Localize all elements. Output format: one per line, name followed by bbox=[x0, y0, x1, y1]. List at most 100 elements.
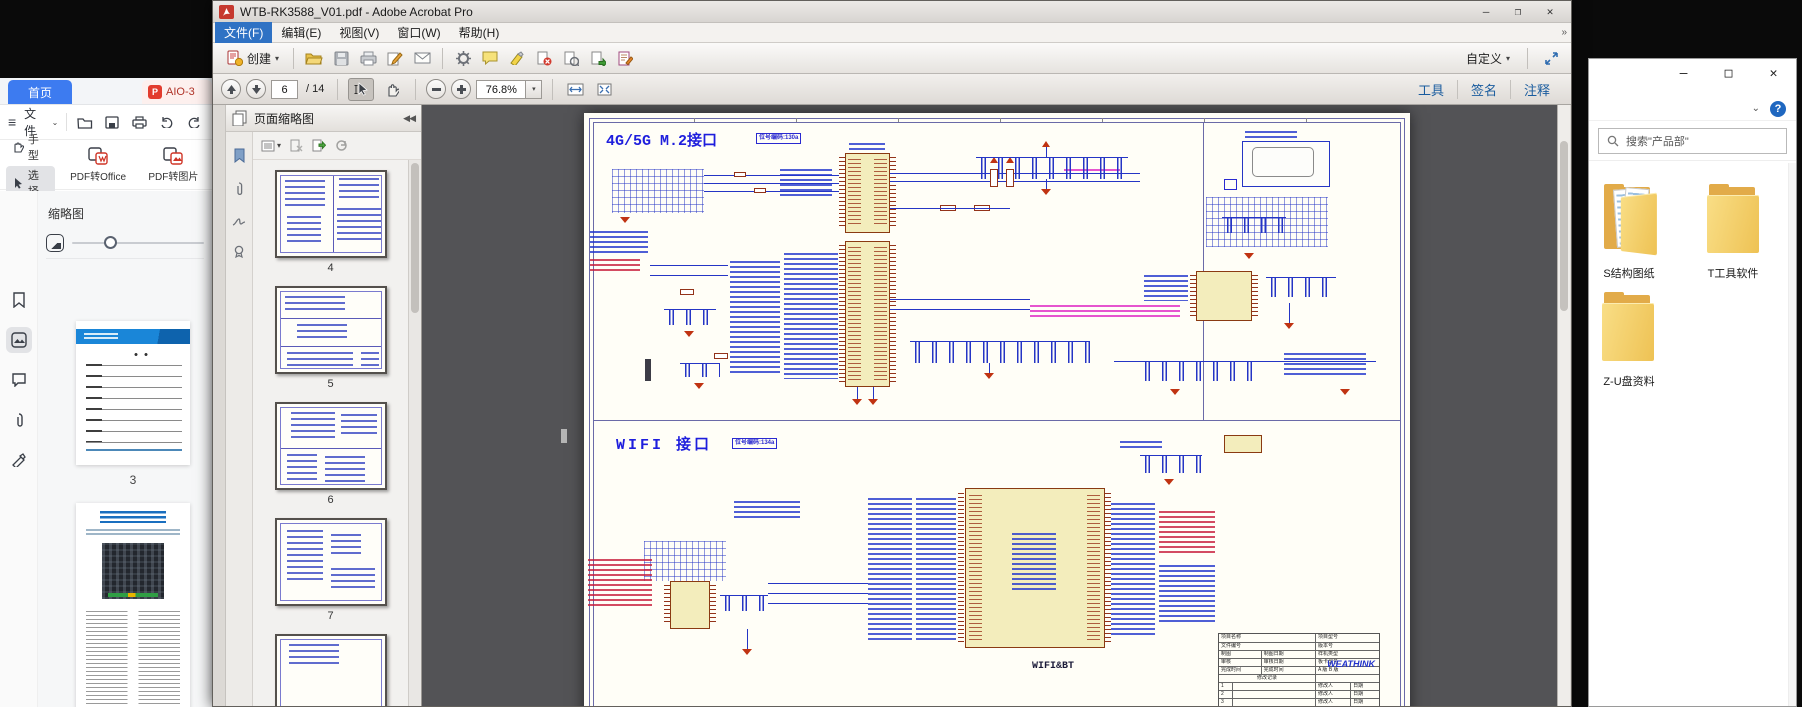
page-thumbnail[interactable] bbox=[275, 634, 387, 706]
menu-help[interactable]: 帮助(H) bbox=[450, 22, 509, 43]
print-icon[interactable] bbox=[356, 46, 380, 70]
slider-knob[interactable] bbox=[104, 236, 117, 249]
delete-page-icon[interactable] bbox=[290, 139, 303, 152]
save-icon[interactable] bbox=[102, 110, 121, 134]
close-button[interactable]: ✕ bbox=[1751, 59, 1796, 87]
highlight-icon[interactable] bbox=[505, 46, 529, 70]
next-page-button[interactable] bbox=[246, 79, 266, 99]
zoom-level-input[interactable]: 76.8% bbox=[476, 80, 526, 99]
minimize-button[interactable]: — bbox=[1471, 3, 1501, 20]
thumbnail-size-slider[interactable] bbox=[72, 242, 204, 244]
acrobat-titlebar[interactable]: WTB-RK3588_V01.pdf - Adobe Acrobat Pro —… bbox=[213, 1, 1571, 23]
fit-page-icon[interactable] bbox=[592, 77, 616, 101]
attachment-icon[interactable] bbox=[6, 407, 32, 433]
export-icon[interactable] bbox=[586, 46, 610, 70]
hand-tool-button[interactable]: 手型 bbox=[6, 130, 55, 164]
scrollbar-thumb[interactable] bbox=[411, 163, 419, 313]
hamburger-icon[interactable]: ≡ bbox=[8, 115, 16, 129]
comment-icon[interactable] bbox=[478, 46, 502, 70]
save-icon[interactable] bbox=[329, 46, 353, 70]
open-icon[interactable] bbox=[302, 46, 326, 70]
maximize-button[interactable]: ❐ bbox=[1503, 3, 1533, 20]
insert-page-icon[interactable] bbox=[312, 139, 326, 152]
help-icon[interactable]: ? bbox=[1770, 101, 1786, 117]
redo-icon[interactable] bbox=[185, 110, 204, 134]
open-file-icon[interactable] bbox=[75, 110, 94, 134]
collapse-panel-icon[interactable]: ◀◀ bbox=[403, 113, 415, 124]
pdf-to-image-label: PDF转图片 bbox=[148, 168, 198, 183]
email-icon[interactable] bbox=[410, 46, 434, 70]
menu-overflow-icon[interactable]: » bbox=[1561, 27, 1567, 38]
page-thumbnail[interactable] bbox=[76, 503, 190, 707]
search-icon bbox=[1607, 135, 1619, 147]
tab-document[interactable]: P AIO-3 bbox=[142, 80, 212, 104]
menu-window[interactable]: 窗口(W) bbox=[388, 22, 449, 43]
pdf-to-office-button[interactable]: PDF转Office bbox=[65, 146, 130, 183]
minimize-button[interactable]: — bbox=[1661, 59, 1706, 87]
menu-view[interactable]: 视图(V) bbox=[330, 22, 388, 43]
close-button[interactable]: ✕ bbox=[1535, 3, 1565, 20]
menu-file[interactable]: 文件(F) bbox=[215, 22, 272, 43]
customize-button[interactable]: 自定义 ▾ bbox=[1460, 46, 1516, 71]
forms-icon[interactable] bbox=[613, 46, 637, 70]
page-number-input[interactable]: 6 bbox=[271, 80, 298, 99]
create-button[interactable]: 创建 ▾ bbox=[221, 46, 285, 71]
tab-tools[interactable]: 工具 bbox=[1405, 80, 1457, 99]
document-scrollbar[interactable] bbox=[1557, 105, 1570, 706]
ribbon-collapse-icon[interactable]: ⌄ bbox=[1752, 103, 1760, 114]
print-icon[interactable] bbox=[130, 110, 149, 134]
comment-icon[interactable] bbox=[6, 367, 32, 393]
sim-note-label bbox=[1224, 179, 1237, 190]
gear-icon[interactable] bbox=[451, 46, 475, 70]
thumbnails-icon[interactable] bbox=[6, 327, 32, 353]
tab-sign[interactable]: 签名 bbox=[1457, 80, 1510, 99]
pdf-to-office-label: PDF转Office bbox=[70, 168, 126, 183]
page-thumbnail[interactable] bbox=[76, 321, 190, 465]
panel-options-icon[interactable]: ▾ bbox=[261, 140, 281, 152]
select-tool-button[interactable] bbox=[348, 78, 374, 101]
tab-comment[interactable]: 注释 bbox=[1510, 80, 1563, 99]
zoom-dropdown-button[interactable]: ▾ bbox=[526, 80, 542, 99]
folder-item[interactable] bbox=[1599, 291, 1657, 369]
bookmark-icon[interactable] bbox=[6, 287, 32, 313]
tab-home[interactable]: 首页 bbox=[8, 80, 72, 104]
folder-item[interactable] bbox=[1599, 183, 1657, 261]
certificates-icon[interactable] bbox=[233, 245, 245, 258]
page-thumbnail[interactable] bbox=[275, 286, 387, 374]
stamp-icon[interactable] bbox=[6, 447, 32, 473]
zoom-out-button[interactable] bbox=[426, 79, 446, 99]
search-input[interactable]: 搜索"产品部" bbox=[1598, 128, 1787, 154]
pdf-to-image-button[interactable]: PDF转图片 bbox=[141, 146, 206, 183]
fit-width-icon[interactable] bbox=[563, 77, 587, 101]
tb-cell: 日期 bbox=[1350, 683, 1379, 690]
folder-item[interactable] bbox=[1704, 183, 1762, 261]
bookmarks-icon[interactable] bbox=[233, 148, 246, 163]
attachments-icon[interactable] bbox=[234, 181, 244, 196]
explorer-scrollbar[interactable] bbox=[1788, 163, 1796, 706]
expand-icon[interactable] bbox=[1539, 46, 1563, 70]
tb-cell: 项目型号 bbox=[1315, 634, 1379, 642]
previous-page-button[interactable] bbox=[221, 79, 241, 99]
acrobat-app-icon bbox=[219, 5, 234, 19]
page-thumbnail[interactable] bbox=[275, 170, 387, 258]
hand-tool-button[interactable] bbox=[379, 78, 405, 101]
maximize-button[interactable]: □ bbox=[1706, 59, 1751, 87]
explorer-titlebar[interactable]: — □ ✕ bbox=[1589, 59, 1796, 97]
menu-edit[interactable]: 编辑(E) bbox=[272, 22, 330, 43]
sign-icon[interactable] bbox=[383, 46, 407, 70]
acrobat-toolbar: 创建 ▾ 自定义 ▾ bbox=[213, 43, 1571, 74]
panel-scrollbar[interactable] bbox=[408, 160, 421, 706]
tb-cell: 修改记录 bbox=[1219, 675, 1315, 682]
rotate-page-icon[interactable] bbox=[335, 139, 348, 152]
undo-icon[interactable] bbox=[157, 110, 176, 134]
signatures-icon[interactable] bbox=[232, 214, 246, 227]
page-thumbnail[interactable] bbox=[275, 518, 387, 606]
zoom-in-button[interactable] bbox=[451, 79, 471, 99]
extract-pages-icon[interactable] bbox=[559, 46, 583, 70]
acrobat-menubar: 文件(F) 编辑(E) 视图(V) 窗口(W) 帮助(H) » bbox=[213, 23, 1571, 43]
page-thumbnail[interactable] bbox=[275, 402, 387, 490]
scrollbar-thumb[interactable] bbox=[1560, 141, 1568, 311]
small-part bbox=[1224, 435, 1262, 453]
divider bbox=[552, 79, 553, 100]
delete-pages-icon[interactable] bbox=[532, 46, 556, 70]
